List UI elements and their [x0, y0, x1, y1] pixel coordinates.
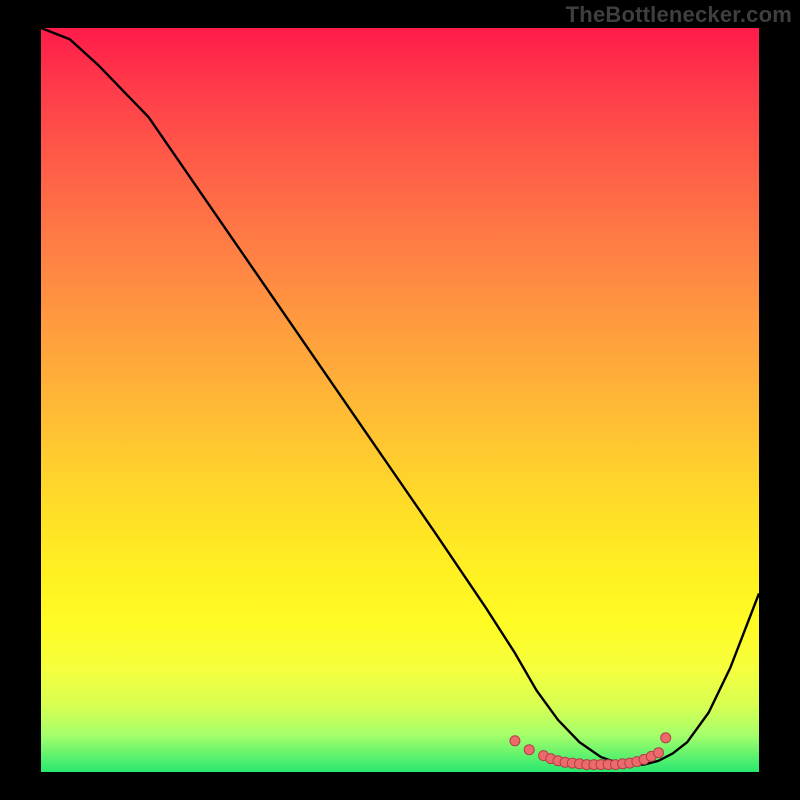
- highlight-dot: [661, 733, 671, 743]
- chart-overlay-svg: [41, 28, 759, 772]
- highlight-marker-group: [510, 733, 671, 770]
- highlight-dot: [654, 748, 664, 758]
- highlight-dot: [524, 745, 534, 755]
- highlight-dot: [510, 736, 520, 746]
- chart-frame: TheBottlenecker.com: [0, 0, 800, 800]
- watermark-text: TheBottlenecker.com: [566, 2, 792, 28]
- bottleneck-curve: [41, 28, 759, 765]
